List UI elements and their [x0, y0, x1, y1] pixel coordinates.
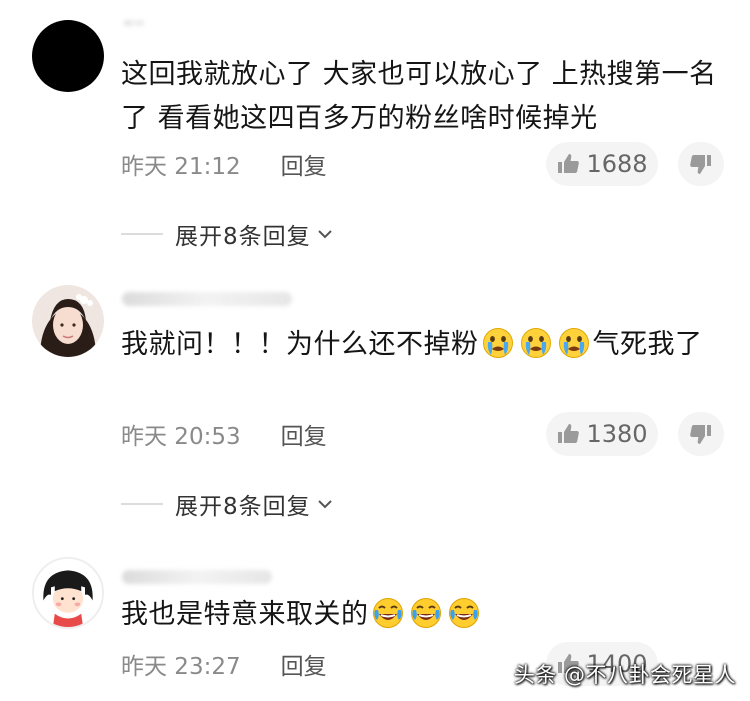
comment-text: 我就问！！！为什么还不掉粉 气死我了	[121, 323, 721, 367]
like-count: 1688	[586, 150, 648, 178]
like-count: 1380	[586, 420, 648, 448]
divider-line	[121, 503, 163, 505]
dislike-button[interactable]	[678, 412, 724, 456]
dislike-button[interactable]	[678, 142, 724, 186]
face-with-tears-of-joy-emoji	[410, 597, 442, 629]
comment-meta: 昨天 21:12 回复	[121, 144, 327, 184]
divider-line	[121, 233, 163, 235]
username-blurred[interactable]	[122, 292, 292, 306]
reply-button[interactable]: 回复	[281, 417, 327, 451]
face-with-tears-of-joy-emoji	[372, 597, 404, 629]
avatar[interactable]	[32, 20, 104, 92]
reply-button[interactable]: 回复	[281, 647, 327, 681]
expand-replies-button[interactable]: 展开8条回复	[121, 484, 335, 524]
crying-face-emoji	[520, 327, 552, 359]
expand-replies-label: 展开8条回复	[175, 494, 311, 520]
comment-text: 这回我就放心了 大家也可以放心了 上热搜第一名了 看看她这四百多万的粉丝啥时候掉…	[121, 59, 717, 134]
comment-text-main: 我也是特意来取关的	[121, 599, 369, 630]
thumbs-up-icon	[556, 422, 580, 446]
thumbs-down-icon	[689, 422, 713, 446]
like-button[interactable]: 1688	[546, 142, 658, 186]
reply-button[interactable]: 回复	[281, 147, 327, 181]
expand-replies-label: 展开8条回复	[175, 224, 311, 250]
crying-face-emoji	[558, 327, 590, 359]
thumbs-down-icon	[689, 152, 713, 176]
expand-replies-button[interactable]: 展开8条回复	[121, 214, 335, 254]
chevron-down-icon	[317, 230, 332, 239]
chevron-down-icon	[317, 500, 332, 509]
comment-time: 昨天 23:27	[121, 654, 241, 680]
comment-text: 我也是特意来取关的	[121, 593, 721, 637]
thumbs-up-icon	[556, 152, 580, 176]
comment-time: 昨天 20:53	[121, 424, 241, 450]
watermark: 头条 @不八卦会死星人	[513, 663, 736, 687]
avatar[interactable]	[32, 557, 104, 629]
username-blurred[interactable]	[124, 20, 144, 26]
comment-meta: 昨天 20:53 回复	[121, 414, 327, 454]
comment-text-suffix: 气死我了	[592, 329, 703, 360]
comment-meta: 昨天 23:27 回复	[121, 644, 327, 684]
crying-face-emoji	[482, 327, 514, 359]
face-with-tears-of-joy-emoji	[448, 597, 480, 629]
comment-text-main: 我就问！！！为什么还不掉粉	[121, 329, 479, 360]
username-blurred[interactable]	[122, 570, 272, 584]
comment-time: 昨天 21:12	[121, 154, 241, 180]
avatar[interactable]	[32, 285, 104, 357]
like-button[interactable]: 1380	[546, 412, 658, 456]
